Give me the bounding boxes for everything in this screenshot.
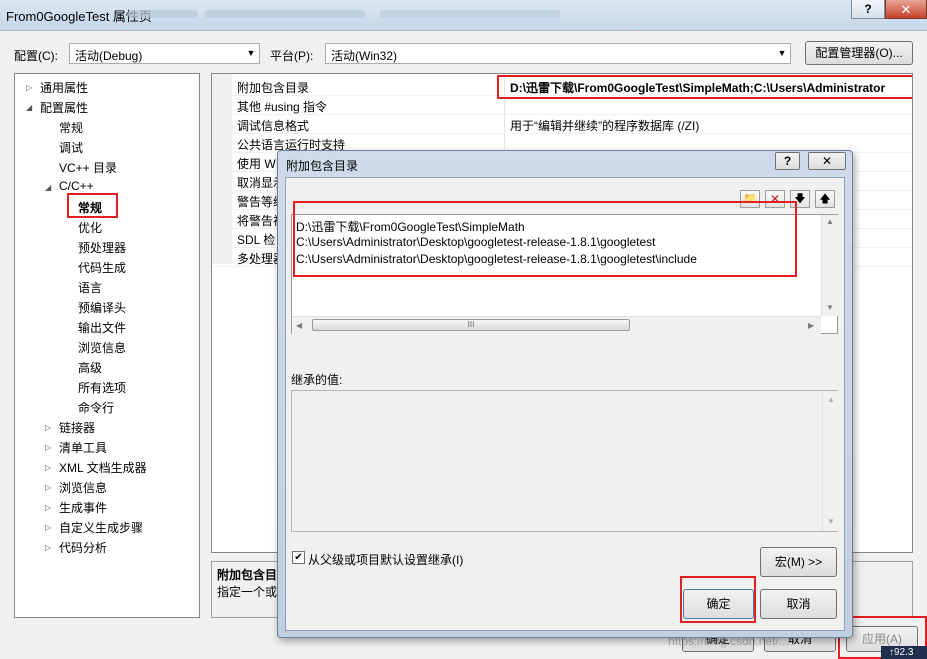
tree-item-browse-information[interactable]: 浏览信息 <box>78 339 126 356</box>
platform-dropdown[interactable]: 活动(Win32) ▼ <box>325 43 791 64</box>
platform-label: 平台(P): <box>270 49 314 63</box>
dialog-close-button[interactable]: ✕ <box>808 152 846 170</box>
horizontal-scrollbar[interactable]: ◀ III ▶ <box>292 316 821 334</box>
description-title: 附加包含目 <box>217 568 278 582</box>
dialog-cancel-button[interactable]: 取消 <box>760 589 837 619</box>
expand-arrow-icon[interactable]: ▷ <box>45 443 51 452</box>
red-highlight-box <box>293 201 797 277</box>
tree-item-all-options[interactable]: 所有选项 <box>78 379 126 396</box>
dialog-help-button[interactable]: ? <box>775 152 800 170</box>
grid-row-other-using[interactable]: 其他 #using 指令 <box>212 95 912 115</box>
scroll-left-icon[interactable]: ◀ <box>296 321 302 330</box>
expand-arrow-icon[interactable]: ▷ <box>45 483 51 492</box>
tree-item-general[interactable]: 常规 <box>59 119 83 136</box>
expand-arrow-icon[interactable]: ▷ <box>26 83 32 92</box>
grid-row-name: 附加包含目录 <box>237 81 310 95</box>
scroll-up-icon[interactable]: ▲ <box>826 217 834 226</box>
window-close-button[interactable]: ✕ <box>885 0 927 19</box>
tree-item-debugging[interactable]: 调试 <box>59 139 83 156</box>
grid-row-name: SDL 检 <box>237 233 276 247</box>
tree-item-build-events[interactable]: 生成事件 <box>59 499 107 516</box>
collapse-arrow-icon[interactable]: ◢ <box>45 183 51 192</box>
title-bar-background-blur <box>128 10 198 18</box>
red-highlight-box <box>67 193 118 218</box>
tree-item-code-analysis[interactable]: 代码分析 <box>59 539 107 556</box>
scroll-thumb[interactable]: III <box>312 319 630 331</box>
description-text: 指定一个或 <box>217 585 278 599</box>
collapse-arrow-icon[interactable]: ◢ <box>26 103 32 112</box>
config-dropdown[interactable]: 活动(Debug) ▼ <box>69 43 260 64</box>
tree-item-xml-doc-generator[interactable]: XML 文档生成器 <box>59 459 147 476</box>
tree-item-manifest-tool[interactable]: 清单工具 <box>59 439 107 456</box>
move-up-icon[interactable]: 🡅 <box>815 190 835 208</box>
title-bar-background-blur <box>380 10 560 18</box>
grid-row-name: 使用 W <box>237 157 276 171</box>
inherited-values-list: ▲ ▼ <box>291 390 838 532</box>
tree-item-cpp[interactable]: C/C++ <box>59 179 94 193</box>
tree-item-advanced[interactable]: 高级 <box>78 359 102 376</box>
property-tree[interactable]: ▷ 通用属性 ◢ 配置属性 常规 调试 VC++ 目录 ◢ C/C++ 常规 优… <box>14 73 200 618</box>
tree-item-precompiled-headers[interactable]: 预编译头 <box>78 299 126 316</box>
grid-row-name: 调试信息格式 <box>237 119 310 133</box>
vertical-scrollbar[interactable]: ▲ ▼ <box>821 215 838 316</box>
include-dirs-dialog: 附加包含目录 ? ✕ 📁 ✕ 🡇 🡅 D:\迅雷下载\From0GoogleTe… <box>277 150 853 638</box>
taskbar-network-indicator: ↑92.3 <box>881 646 927 659</box>
scroll-down-icon[interactable]: ▼ <box>826 303 834 312</box>
tree-item-command-line[interactable]: 命令行 <box>78 399 114 416</box>
window-title-bar: From0GoogleTest 属性页 ? ✕ <box>0 0 927 31</box>
tree-item-optimization[interactable]: 优化 <box>78 219 102 236</box>
config-manager-button[interactable]: 配置管理器(O)... <box>805 41 913 65</box>
tree-item-common-properties[interactable]: 通用属性 <box>40 79 88 96</box>
tree-item-vc-directories[interactable]: VC++ 目录 <box>59 159 117 176</box>
red-highlight-box <box>680 576 756 623</box>
macros-button[interactable]: 宏(M) >> <box>760 547 837 577</box>
dialog-client-area: 📁 ✕ 🡇 🡅 D:\迅雷下载\From0GoogleTest\SimpleMa… <box>285 177 845 631</box>
tree-item-preprocessor[interactable]: 预处理器 <box>78 239 126 256</box>
scroll-down-icon[interactable]: ▼ <box>827 517 835 526</box>
tree-item-code-generation[interactable]: 代码生成 <box>78 259 126 276</box>
tree-item-browse-info[interactable]: 浏览信息 <box>59 479 107 496</box>
window-help-button[interactable]: ? <box>851 0 885 19</box>
grid-row-name: 其他 #using 指令 <box>237 100 328 114</box>
grid-row-debug-info-format[interactable]: 调试信息格式 用于“编辑并继续”的程序数据库 (/ZI) <box>212 114 912 134</box>
tree-item-linker[interactable]: 链接器 <box>59 419 95 436</box>
expand-arrow-icon[interactable]: ▷ <box>45 423 51 432</box>
inherit-checkbox-label[interactable]: 从父级或项目默认设置继承(I) <box>308 551 463 568</box>
tree-item-custom-build-step[interactable]: 自定义生成步骤 <box>59 519 143 536</box>
config-label: 配置(C): <box>14 49 58 63</box>
vertical-scrollbar[interactable]: ▲ ▼ <box>822 391 838 531</box>
tree-item-configuration-properties[interactable]: 配置属性 <box>40 99 88 116</box>
expand-arrow-icon[interactable]: ▷ <box>45 463 51 472</box>
inherit-checkbox[interactable]: ✔ <box>292 551 305 564</box>
grid-row-value[interactable]: 用于“编辑并继续”的程序数据库 (/ZI) <box>510 117 699 134</box>
expand-arrow-icon[interactable]: ▷ <box>45 523 51 532</box>
expand-arrow-icon[interactable]: ▷ <box>45 543 51 552</box>
scroll-right-icon[interactable]: ▶ <box>808 321 814 330</box>
dialog-title: 附加包含目录 <box>286 159 359 173</box>
scroll-up-icon[interactable]: ▲ <box>827 395 835 404</box>
tree-item-output-files[interactable]: 输出文件 <box>78 319 126 336</box>
chevron-down-icon: ▼ <box>246 48 256 58</box>
chevron-down-icon: ▼ <box>777 48 787 58</box>
title-bar-background-blur <box>205 10 365 18</box>
platform-dropdown-value: 活动(Win32) <box>331 49 398 63</box>
expand-arrow-icon[interactable]: ▷ <box>45 503 51 512</box>
inherited-values-label: 继承的值: <box>291 373 343 387</box>
config-dropdown-value: 活动(Debug) <box>75 49 143 63</box>
tree-item-language[interactable]: 语言 <box>78 279 102 296</box>
